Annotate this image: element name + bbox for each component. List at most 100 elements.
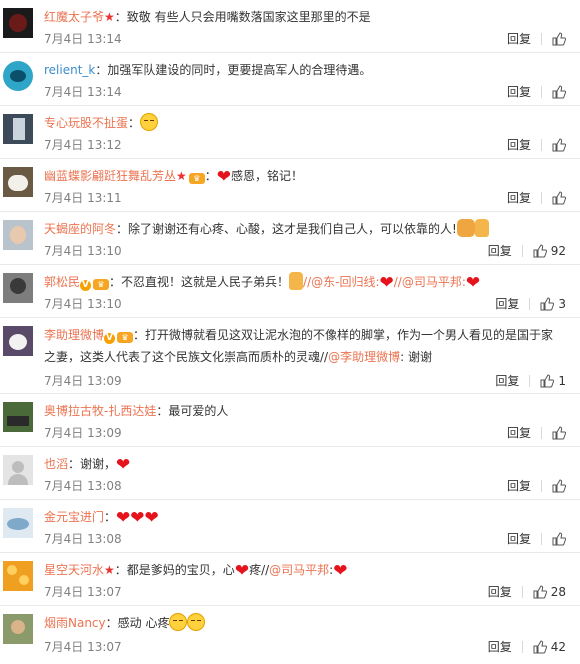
level-badge-icon: ♛ (117, 332, 134, 343)
username-link[interactable]: 专心玩股不扯蛋 (44, 116, 128, 130)
like-button[interactable]: 1 (540, 374, 566, 388)
reply-button[interactable]: 回复 (488, 583, 512, 600)
timestamp: 7月4日 13:08 (44, 532, 122, 546)
comment-item: 红魔太子爷★：致敬 有些人只会用嘴数落国家这里那里的不是 7月4日 13:14 … (0, 0, 580, 53)
heart-emoji-icon: ❤ (465, 273, 481, 293)
username-link[interactable]: 郭松民 (44, 275, 80, 289)
username-link[interactable]: 也滔 (44, 457, 68, 471)
avatar[interactable] (3, 114, 33, 144)
reply-button[interactable]: 回复 (488, 638, 512, 655)
like-button[interactable] (552, 531, 566, 546)
username-link[interactable]: 奥博拉古牧-扎西达娃 (44, 404, 156, 418)
thumbs-up-icon (552, 478, 566, 492)
avatar[interactable] (3, 61, 33, 91)
reply-button[interactable]: 回复 (495, 295, 519, 312)
thumbs-up-icon (533, 639, 547, 653)
avatar[interactable] (3, 220, 33, 250)
like-button[interactable] (552, 31, 566, 46)
timestamp: 7月4日 13:09 (44, 374, 122, 388)
username-link[interactable]: 星空天河水 (44, 563, 104, 577)
like-button[interactable]: 42 (533, 640, 566, 654)
reply-button[interactable]: 回复 (507, 30, 531, 47)
comment-body: 加强军队建设的同时，更要提高军人的合理待遇。 (107, 63, 372, 77)
reply-button[interactable]: 回复 (507, 424, 531, 441)
username-link[interactable]: 金元宝进门 (44, 510, 104, 524)
username-link[interactable]: 烟雨Nancy (44, 616, 106, 630)
comment-text: relient_k：加强军队建设的同时，更要提高军人的合理待遇。 (44, 63, 372, 77)
comment-actions: 回复 (507, 424, 566, 441)
fist-emoji-icon (456, 219, 475, 237)
timestamp: 7月4日 13:10 (44, 244, 122, 258)
reply-button[interactable]: 回复 (507, 189, 531, 206)
reply-button[interactable]: 回复 (495, 372, 519, 389)
avatar[interactable] (3, 561, 33, 591)
reply-button[interactable]: 回复 (488, 242, 512, 259)
comment-text: 红魔太子爷★：致敬 有些人只会用嘴数落国家这里那里的不是 (44, 10, 371, 24)
avatar[interactable] (3, 614, 33, 644)
v-badge-icon: V (104, 333, 116, 344)
like-button[interactable] (552, 425, 566, 440)
mention-link[interactable]: @李助理微博 (328, 350, 400, 364)
timestamp: 7月4日 13:14 (44, 32, 122, 46)
thumbs-up-icon (552, 31, 566, 45)
comment-list: 红魔太子爷★：致敬 有些人只会用嘴数落国家这里那里的不是 7月4日 13:14 … (0, 0, 580, 664)
comment-body: 除了谢谢还有心疼、心酸，这才是我们自己人，可以依靠的人! (128, 222, 457, 236)
username-link[interactable]: 幽蓝蝶影翩跹狂舞乱芳丛 (44, 169, 176, 183)
avatar[interactable] (3, 326, 33, 356)
avatar[interactable] (3, 402, 33, 432)
like-button[interactable] (552, 190, 566, 205)
avatar[interactable] (3, 273, 33, 303)
like-button[interactable]: 28 (533, 585, 566, 599)
like-count: 28 (550, 584, 566, 599)
comment-item: 奥博拉古牧-扎西达娃：最可爱的人 7月4日 13:09 回复 (0, 394, 580, 447)
like-button[interactable] (552, 84, 566, 99)
thumbs-up-emoji-icon (474, 219, 489, 237)
timestamp: 7月4日 13:07 (44, 640, 122, 654)
heart-emoji-icon: ❤ (116, 455, 131, 475)
thumbs-up-icon (552, 84, 566, 98)
comment-text: 金元宝进门：❤❤❤ (44, 508, 159, 528)
timestamp: 7月4日 13:08 (44, 479, 122, 493)
comment-text: 也滔：谢谢，❤ (44, 455, 131, 475)
mention-link[interactable]: @司马平邦 (269, 563, 329, 577)
comment-actions: 回复 (507, 136, 566, 153)
like-button[interactable] (552, 137, 566, 152)
comment-actions: 回复 (507, 530, 566, 547)
comment-actions: 回复 (507, 477, 566, 494)
comment-actions: 回复 (507, 189, 566, 206)
heart-emoji-icon: ❤ (216, 167, 232, 187)
like-count: 3 (558, 296, 566, 311)
avatar[interactable] (3, 455, 33, 485)
reply-button[interactable]: 回复 (507, 83, 531, 100)
avatar[interactable] (3, 8, 33, 38)
mention-link[interactable]: //@司马平邦: (394, 275, 466, 289)
thumbs-up-icon (540, 373, 555, 387)
comment-item: 金元宝进门：❤❤❤ 7月4日 13:08 回复 (0, 500, 580, 553)
mention-link[interactable]: //@东-回归线: (303, 275, 379, 289)
comment-item: 星空天河水★：都是爹妈的宝贝，心❤疼//@司马平邦:❤ 7月4日 13:07 回… (0, 553, 580, 606)
comment-item: 天蝎座的阿冬：除了谢谢还有心疼、心酸，这才是我们自己人，可以依靠的人! 7月4日… (0, 212, 580, 265)
username-link[interactable]: 红魔太子爷 (44, 10, 104, 24)
comment-actions: 回复 28 (488, 583, 566, 600)
avatar[interactable] (3, 508, 33, 538)
thumbs-up-icon (533, 243, 547, 257)
timestamp: 7月4日 13:11 (44, 191, 122, 205)
reply-button[interactable]: 回复 (507, 530, 531, 547)
comment-text: 烟雨Nancy：感动 心疼 (44, 612, 564, 634)
comment-text: 幽蓝蝶影翩跹狂舞乱芳丛★ ♛ ：❤感恩，铭记！ (44, 167, 304, 187)
username-link[interactable]: 李助理微博 (44, 328, 104, 342)
thumbs-up-icon (552, 137, 566, 151)
username-link[interactable]: 天蝎座的阿冬 (44, 222, 116, 236)
avatar[interactable] (3, 167, 33, 197)
v-badge-icon: V (80, 280, 92, 291)
like-button[interactable] (552, 478, 566, 493)
reply-button[interactable]: 回复 (507, 136, 531, 153)
like-button[interactable]: 3 (540, 297, 566, 311)
like-count: 42 (550, 639, 566, 654)
like-button[interactable]: 92 (533, 244, 566, 258)
comment-item: 郭松民 V ♛ ：不忍直视！这就是人民子弟兵！//@东-回归线:❤//@司马平邦:❤ … (0, 265, 580, 318)
timestamp: 7月4日 13:12 (44, 138, 122, 152)
reply-button[interactable]: 回复 (507, 477, 531, 494)
like-count: 92 (550, 243, 566, 258)
username-link[interactable]: relient_k (44, 63, 95, 77)
